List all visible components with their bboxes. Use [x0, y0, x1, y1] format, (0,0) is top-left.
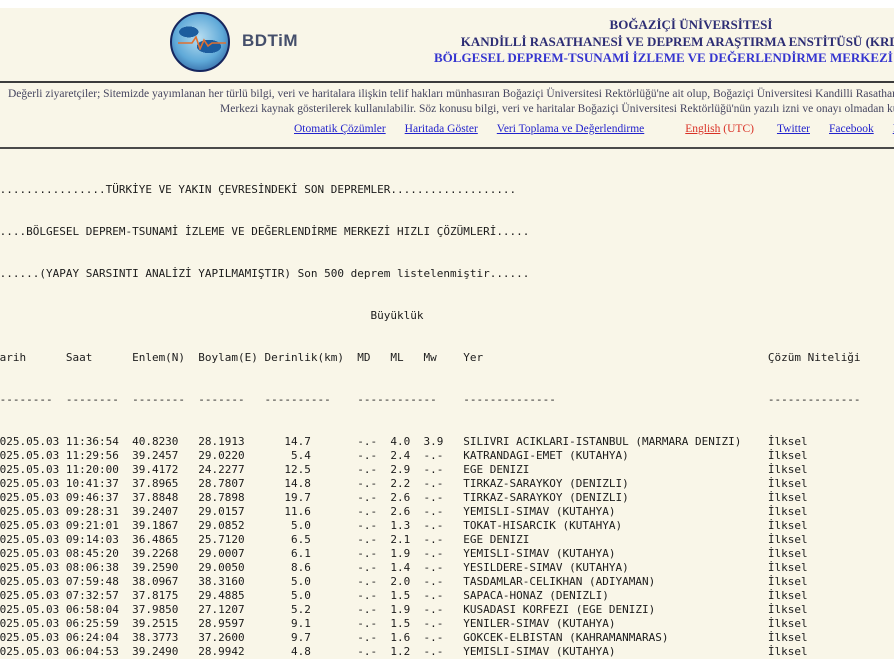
- header-divider: [0, 81, 894, 83]
- nav-link-veri-toplama[interactable]: Veri Toplama ve Değerlendirme: [497, 123, 644, 135]
- table-row: 2025.05.03 11:29:56 39.2457 29.0220 5.4 …: [0, 449, 894, 463]
- nav-link-english[interactable]: English: [685, 123, 720, 135]
- utc-label: (UTC): [723, 123, 754, 135]
- nav-english-group: English (UTC): [685, 123, 754, 135]
- copyright-line-2: Merkezi kaynak gösterilerek kullanılabil…: [220, 103, 894, 115]
- table-header-row: Tarih Saat Enlem(N) Boylam(E) Derinlik(k…: [0, 351, 894, 365]
- table-row: 2025.05.03 11:36:54 40.8230 28.1913 14.7…: [0, 435, 894, 449]
- table-row: 2025.05.03 09:28:31 39.2407 29.0157 11.6…: [0, 505, 894, 519]
- table-row: 2025.05.03 10:41:37 37.8965 28.7807 14.8…: [0, 477, 894, 491]
- table-row: 2025.05.03 08:45:20 39.2268 29.0007 6.1 …: [0, 547, 894, 561]
- table-row: 2025.05.03 09:21:01 39.1867 29.0852 5.0 …: [0, 519, 894, 533]
- title-observatory: KANDİLLİ RASATHANESİ VE DEPREM ARAŞTIRMA…: [434, 34, 894, 51]
- nav-link-twitter[interactable]: Twitter: [777, 123, 810, 135]
- table-row: 2025.05.03 08:06:38 39.2590 29.0050 8.6 …: [0, 561, 894, 575]
- magnitude-group-label: Büyüklük: [0, 309, 894, 323]
- table-row: 2025.05.03 11:20:00 39.4172 24.2277 12.5…: [0, 463, 894, 477]
- nav-link-haritada-goster[interactable]: Haritada Göster: [405, 123, 478, 135]
- table-row: 2025.05.03 06:24:04 38.3773 37.2600 9.7 …: [0, 631, 894, 645]
- preamble-line-1: .................TÜRKİYE VE YAKIN ÇEVRES…: [0, 183, 894, 197]
- title-center: BÖLGESEL DEPREM-TSUNAMİ İZLEME VE DEĞERL…: [434, 50, 894, 67]
- institution-title: BOĞAZİÇİ ÜNİVERSİTESİ KANDİLLİ RASATHANE…: [434, 17, 894, 67]
- title-university: BOĞAZİÇİ ÜNİVERSİTESİ: [434, 17, 894, 34]
- table-row: 2025.05.03 06:04:53 39.2490 28.9942 4.8 …: [0, 645, 894, 659]
- preamble-line-3: .......(YAPAY SARSINTI ANALİZİ YAPILMAMI…: [0, 267, 894, 281]
- table-body: 2025.05.03 11:36:54 40.8230 28.1913 14.7…: [0, 435, 894, 449]
- logo-wordmark: BDTiM: [242, 31, 298, 51]
- table-row: 2025.05.03 06:25:59 39.2515 28.9597 9.1 …: [0, 617, 894, 631]
- preamble-line-2: .....BÖLGESEL DEPREM-TSUNAMİ İZLEME VE D…: [0, 225, 894, 239]
- seismogram-icon: [178, 36, 226, 50]
- copyright-line-1: Değerli ziyaretçiler; Sitemizde yayımlan…: [8, 88, 894, 100]
- table-row: 2025.05.03 09:14:03 36.4865 25.7120 6.5 …: [0, 533, 894, 547]
- nav-links: Otomatik Çözümler Haritada Göster Veri T…: [294, 123, 894, 135]
- globe-logo-icon: [170, 12, 230, 72]
- table-row: 2025.05.03 06:58:04 37.9850 27.1207 5.2 …: [0, 603, 894, 617]
- table-separator-row: --------- -------- -------- ------- ----…: [0, 393, 894, 407]
- table-row: 2025.05.03 09:46:37 37.8848 28.7898 19.7…: [0, 491, 894, 505]
- table-row: 2025.05.03 07:32:57 37.8175 29.4885 5.0 …: [0, 589, 894, 603]
- table-row: 2025.05.03 07:59:48 38.0967 38.3160 5.0 …: [0, 575, 894, 589]
- koeri-earthquake-page: BDTiM BOĞAZİÇİ ÜNİVERSİTESİ KANDİLLİ RAS…: [0, 0, 894, 659]
- nav-link-otomatik-cozumler[interactable]: Otomatik Çözümler: [294, 123, 386, 135]
- earthquake-table: .................TÜRKİYE VE YAKIN ÇEVRES…: [0, 155, 894, 477]
- nav-link-facebook[interactable]: Facebook: [829, 123, 874, 135]
- bdtim-logo[interactable]: BDTiM: [170, 11, 420, 77]
- nav-divider: [0, 147, 894, 149]
